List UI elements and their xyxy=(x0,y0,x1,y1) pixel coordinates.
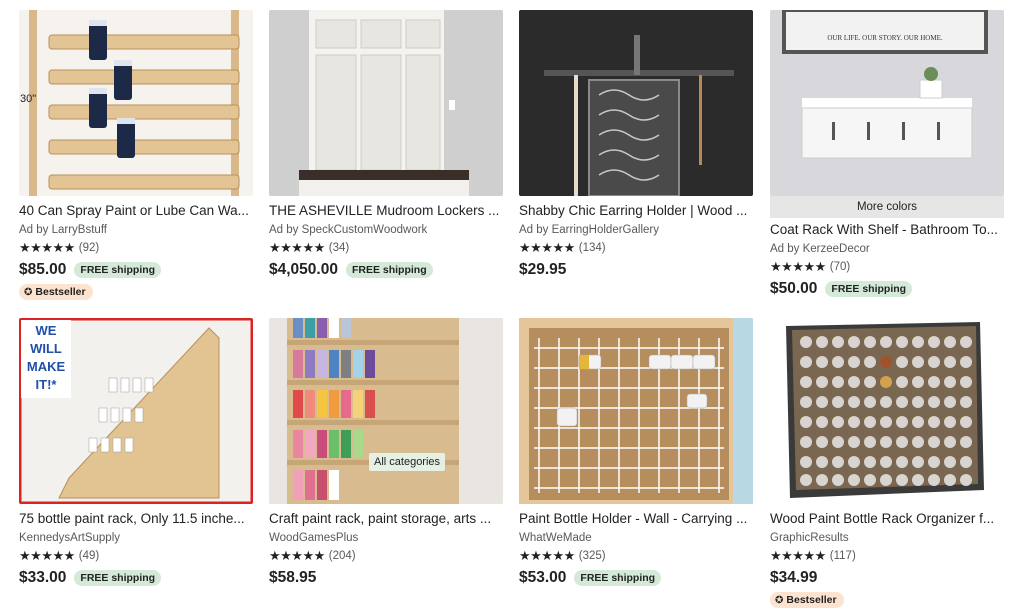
free-shipping-badge: FREE shipping xyxy=(74,262,162,278)
rating: ★★★★★ (49) xyxy=(19,548,253,564)
free-shipping-badge: FREE shipping xyxy=(74,570,162,586)
bestseller-label: Bestseller xyxy=(35,286,86,298)
star-icon: ★★★★★ xyxy=(519,548,575,563)
sign-text: OUR LIFE. OUR STORY. OUR HOME. xyxy=(827,34,943,42)
listing-title[interactable]: THE ASHEVILLE Mudroom Lockers ... xyxy=(269,202,503,220)
listing-title[interactable]: Craft paint rack, paint storage, arts ..… xyxy=(269,510,503,528)
listing-image[interactable]: OUR LIFE. OUR STORY. OUR HOME. xyxy=(770,10,1004,196)
seller-name[interactable]: KennedysArtSupply xyxy=(19,530,253,546)
listing-card[interactable]: 30" 40 Can Spray Paint or Lube Can Wa...… xyxy=(19,10,253,300)
price: $85.00 xyxy=(19,261,67,278)
review-count: (134) xyxy=(578,242,606,254)
listing-card[interactable]: All categories Craft paint rack, paint s… xyxy=(269,318,503,588)
bestseller-badge: ✪ Bestseller xyxy=(770,592,844,608)
paint-rack-75-image: WE WILL MAKE IT!* xyxy=(19,318,253,504)
spray-rack-image: 30" xyxy=(19,10,253,196)
more-colors-bar[interactable]: More colors xyxy=(770,196,1004,218)
wood-paint-bottle-rack-image xyxy=(770,318,1004,504)
star-icon: ★★★★★ xyxy=(770,259,826,274)
price: $58.95 xyxy=(269,569,317,586)
promo-text-4: IT!* xyxy=(36,377,58,392)
paint-bottle-holder-image xyxy=(519,318,753,504)
review-count: (117) xyxy=(829,550,856,562)
price: $29.95 xyxy=(519,261,567,278)
listing-title[interactable]: 75 bottle paint rack, Only 11.5 inche... xyxy=(19,510,253,528)
listing-title[interactable]: Shabby Chic Earring Holder | Wood ... xyxy=(519,202,753,220)
listing-title[interactable]: Coat Rack With Shelf - Bathroom To... xyxy=(770,221,1004,239)
star-icon: ★★★★★ xyxy=(19,548,75,563)
seller-name[interactable]: Ad by EarringHolderGallery xyxy=(519,222,753,238)
star-icon: ★★★★★ xyxy=(269,240,325,255)
price: $4,050.00 xyxy=(269,261,338,278)
bestseller-label: Bestseller xyxy=(786,594,837,606)
mudroom-lockers-image xyxy=(269,10,503,196)
listing-image[interactable] xyxy=(519,318,753,504)
star-icon: ★★★★★ xyxy=(519,240,575,255)
review-count: (70) xyxy=(829,261,851,273)
listing-card[interactable]: Wood Paint Bottle Rack Organizer f... Gr… xyxy=(770,318,1004,608)
award-ribbon-icon: ✪ xyxy=(24,286,33,298)
rating: ★★★★★ (325) xyxy=(519,548,753,564)
star-icon: ★★★★★ xyxy=(19,240,75,255)
promo-text-1: WE xyxy=(36,323,57,338)
award-ribbon-icon: ✪ xyxy=(775,594,784,606)
rating: ★★★★★ (92) xyxy=(19,240,253,256)
review-count: (49) xyxy=(78,550,100,562)
seller-name[interactable]: Ad by KerzeeDecor xyxy=(770,241,1004,257)
seller-name[interactable]: GraphicResults xyxy=(770,530,1004,546)
promo-text-2: WILL xyxy=(30,341,62,356)
seller-name[interactable]: Ad by LarryBstuff xyxy=(19,222,253,238)
listing-image[interactable]: 30" xyxy=(19,10,253,196)
seller-name[interactable]: WoodGamesPlus xyxy=(269,530,503,546)
rating: ★★★★★ (134) xyxy=(519,240,753,256)
promo-text-3: MAKE xyxy=(27,359,66,374)
listing-title[interactable]: 40 Can Spray Paint or Lube Can Wa... xyxy=(19,202,253,220)
listing-card[interactable]: Paint Bottle Holder - Wall - Carrying ..… xyxy=(519,318,753,588)
listing-title[interactable]: Paint Bottle Holder - Wall - Carrying ..… xyxy=(519,510,753,528)
rating: ★★★★★ (117) xyxy=(770,548,1004,564)
price: $33.00 xyxy=(19,569,67,586)
listing-card[interactable]: WE WILL MAKE IT!* 75 bottle paint rack, … xyxy=(19,318,253,588)
rating: ★★★★★ (204) xyxy=(269,548,503,564)
listing-image[interactable] xyxy=(269,10,503,196)
review-count: (325) xyxy=(578,550,606,562)
free-shipping-badge: FREE shipping xyxy=(574,570,662,586)
star-icon: ★★★★★ xyxy=(770,548,826,563)
price: $53.00 xyxy=(519,569,567,586)
review-count: (92) xyxy=(78,242,100,254)
price: $34.99 xyxy=(770,569,818,586)
star-icon: ★★★★★ xyxy=(269,548,325,563)
listing-card[interactable]: THE ASHEVILLE Mudroom Lockers ... Ad by … xyxy=(269,10,503,280)
listing-image[interactable] xyxy=(519,10,753,196)
rating: ★★★★★ (70) xyxy=(770,259,1004,275)
review-count: (34) xyxy=(328,242,350,254)
listing-title[interactable]: Wood Paint Bottle Rack Organizer f... xyxy=(770,510,1004,528)
craft-paint-rack-image xyxy=(269,318,503,504)
listing-image[interactable]: All categories xyxy=(269,318,503,504)
bestseller-badge: ✪ Bestseller xyxy=(19,284,93,300)
seller-name[interactable]: Ad by SpeckCustomWoodwork xyxy=(269,222,503,238)
all-categories-chip[interactable]: All categories xyxy=(369,453,446,471)
listing-image[interactable]: WE WILL MAKE IT!* xyxy=(19,318,253,504)
earring-holder-image xyxy=(519,10,753,196)
rating: ★★★★★ (34) xyxy=(269,240,503,256)
image-label: 30" xyxy=(20,93,36,105)
review-count: (204) xyxy=(328,550,356,562)
listing-card[interactable]: Shabby Chic Earring Holder | Wood ... Ad… xyxy=(519,10,753,280)
free-shipping-badge: FREE shipping xyxy=(345,262,433,278)
free-shipping-badge: FREE shipping xyxy=(825,281,913,297)
listing-image[interactable] xyxy=(770,318,1004,504)
price: $50.00 xyxy=(770,280,818,297)
listing-card[interactable]: OUR LIFE. OUR STORY. OUR HOME. More colo… xyxy=(770,10,1004,299)
seller-name[interactable]: WhatWeMade xyxy=(519,530,753,546)
coat-rack-image: OUR LIFE. OUR STORY. OUR HOME. xyxy=(770,10,1004,196)
